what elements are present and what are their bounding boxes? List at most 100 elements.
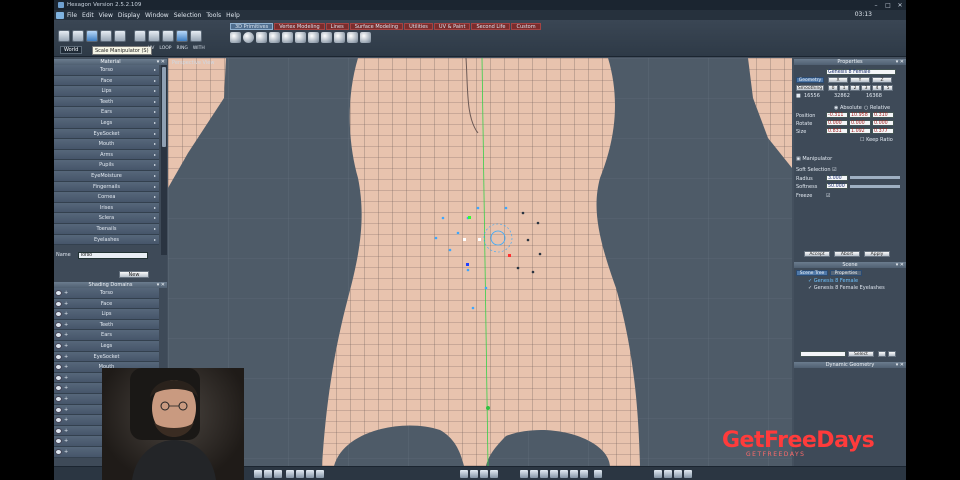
smoothing-level-button[interactable]: 4 [872,85,882,91]
layout2-icon[interactable] [306,470,314,478]
eye-icon[interactable] [55,385,62,392]
world-mode-button[interactable]: World [60,46,83,54]
material-item[interactable]: Fingernails ▸ [54,181,159,193]
eye-icon[interactable] [55,364,62,371]
absolute-radio[interactable]: ◉ Absolute [834,105,862,111]
eye-icon[interactable] [55,448,62,455]
rotate-z-field[interactable]: 0.000 [872,120,894,126]
cone-icon[interactable] [295,32,306,43]
z-axis-button[interactable]: Z [872,77,892,83]
maximize-button[interactable]: □ [882,2,894,9]
material-item[interactable]: Torso ▸ [54,65,159,76]
arrow-icon[interactable]: ▸ [154,182,156,193]
plus-icon[interactable]: + [64,330,68,341]
material-item[interactable]: EyeMoisture ▸ [54,170,159,182]
arrow-icon[interactable]: ▸ [154,213,156,224]
softness-slider[interactable] [850,185,900,188]
menu-tools[interactable]: Tools [206,12,221,19]
tab-vertex-modeling[interactable]: Vertex Modeling [274,23,325,30]
pyramid-icon[interactable] [308,32,319,43]
eye-icon[interactable] [55,353,62,360]
menu-help[interactable]: Help [226,12,240,19]
rotate-x-field[interactable]: 0.000 [826,120,848,126]
plus-icon[interactable]: + [64,394,68,405]
uv-label[interactable]: UV [148,46,154,51]
material-item[interactable]: Pupils ▸ [54,160,159,171]
eye-icon[interactable] [55,417,62,424]
smoothing-level-button[interactable]: 1 [839,85,849,91]
select-tool-icon[interactable] [58,30,70,42]
cylinder-icon[interactable] [282,32,293,43]
soft-selection-row[interactable]: Soft Selection ☑ [796,167,837,173]
arrow-icon[interactable]: ▸ [154,192,156,203]
layout-icon[interactable] [296,470,304,478]
material-item[interactable]: Lips ▸ [54,86,159,97]
eye-icon[interactable] [55,395,62,402]
plus-icon[interactable]: + [64,415,68,426]
eye-icon[interactable] [55,321,62,328]
x-axis-button[interactable]: X [828,77,848,83]
scale-manipulator-icon[interactable] [86,30,98,42]
position-z-field[interactable]: 0.310 [872,112,894,118]
plus-icon[interactable]: + [64,288,68,299]
size-z-field[interactable]: 0.377 [872,128,894,134]
arrow-icon[interactable]: ▸ [154,235,156,246]
radius-slider[interactable] [850,176,900,179]
tab-uv-paint[interactable]: UV & Paint [433,23,471,30]
smooth-icon[interactable] [550,470,558,478]
arrow-icon[interactable]: ▸ [154,139,156,150]
arrow-icon[interactable]: ▸ [154,150,156,161]
y-axis-button[interactable]: Y [850,77,870,83]
scene-option-icon[interactable] [878,351,886,357]
tab-scene-properties[interactable]: Properties [830,270,862,276]
light-icon[interactable] [580,470,588,478]
snap-icon[interactable] [460,470,468,478]
rotate-tool-icon[interactable] [100,30,112,42]
tree-item-genesis-8-female[interactable]: ✓ Genesis 8 Female [808,278,858,284]
material-item[interactable]: Toenails ▸ [54,223,159,235]
arrow-icon[interactable]: ▸ [154,203,156,214]
rotate-y-field[interactable]: 0.000 [849,120,871,126]
eye-icon[interactable] [55,311,62,318]
softness-field[interactable]: 50.000 [826,183,848,189]
menu-file[interactable]: File [67,12,77,19]
scene-controls-icon[interactable]: ▾ ✕ [896,262,904,268]
plus-icon[interactable]: + [64,426,68,437]
lock-icon[interactable] [490,470,498,478]
plus-icon[interactable]: + [64,309,68,320]
auto-select-icon[interactable] [190,30,202,42]
material-item[interactable]: Cornea ▸ [54,192,159,203]
eye-icon[interactable] [55,406,62,413]
tab-second-life[interactable]: Second Life [471,23,511,30]
shading-domain-item[interactable]: + Lips [54,309,159,320]
shading-domain-item[interactable]: + EyeSocket [54,351,159,363]
eye-icon[interactable] [55,332,62,339]
custom-shape-icon[interactable] [360,32,371,43]
arrow-icon[interactable]: ▸ [154,76,156,87]
material-item[interactable]: Ears ▸ [54,107,159,118]
menu-display[interactable]: Display [118,12,140,19]
smoothing-level-button[interactable]: 0 [828,85,838,91]
properties-controls-icon[interactable]: ▾ ✕ [896,59,904,65]
close-button[interactable]: ✕ [894,2,906,9]
plus-icon[interactable]: + [64,383,68,394]
plus-icon[interactable]: + [64,320,68,331]
smoothing-level-button[interactable]: 2 [850,85,860,91]
arrow-icon[interactable]: ▸ [154,107,156,118]
magnet-icon[interactable] [470,470,478,478]
material-item[interactable]: Arms ▸ [54,149,159,161]
zoom-icon[interactable] [664,470,672,478]
symmetry-icon[interactable] [480,470,488,478]
material-item[interactable]: Teeth ▸ [54,96,159,108]
tab-utilities[interactable]: Utilities [404,23,433,30]
tab-surface-modeling[interactable]: Surface Modeling [349,23,404,30]
keep-ratio-checkbox[interactable]: ☐ Keep Ratio [860,137,893,143]
material-item[interactable]: Eyelashes ▸ [54,234,159,246]
plus-icon[interactable]: + [64,362,68,373]
view-top-icon[interactable] [274,470,282,478]
menu-view[interactable]: View [99,12,113,19]
with-label[interactable]: WITH [193,46,205,51]
menu-window[interactable]: Window [145,12,169,19]
plus-icon[interactable]: + [64,341,68,352]
accept-button[interactable]: Accept [804,251,830,257]
